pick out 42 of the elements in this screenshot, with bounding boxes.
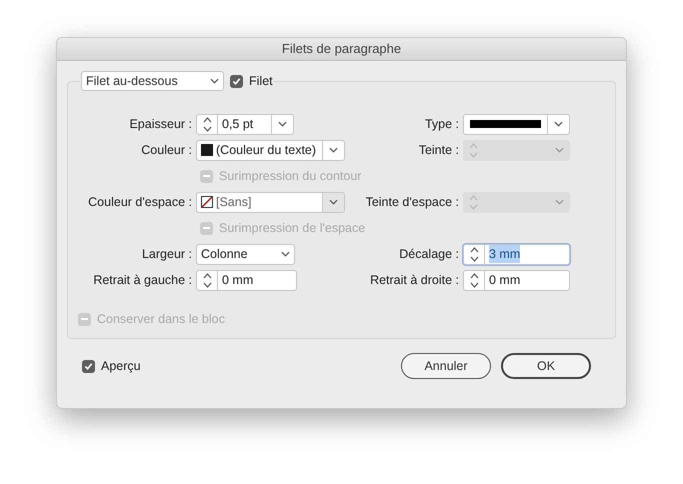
stepper-icon[interactable] xyxy=(202,272,212,288)
field-label: Retrait à droite : xyxy=(369,272,460,289)
checkbox-label: Conserver dans le bloc xyxy=(97,311,225,328)
spin-combo-field[interactable]: 0,5 pt xyxy=(196,114,294,134)
checkbox[interactable] xyxy=(230,74,243,88)
field-label: Décalage : xyxy=(398,246,460,263)
field-label: Teinte d'espace : xyxy=(364,194,460,211)
dialog-button[interactable]: Annuler xyxy=(401,353,491,379)
field-label: Couleur : xyxy=(140,142,193,159)
checkbox-label: Surimpression du contour xyxy=(219,168,362,185)
spin-field[interactable]: 3 mm xyxy=(463,244,570,264)
chevron-icon xyxy=(281,251,290,257)
chevron-icon xyxy=(210,78,219,84)
field-label: Retrait à gauche : xyxy=(92,272,193,289)
dropdown[interactable]: Colonne xyxy=(196,244,295,264)
field-label: Couleur d'espace : xyxy=(87,194,193,211)
dialog-button[interactable]: OK xyxy=(501,353,591,379)
chevron-icon xyxy=(278,121,287,127)
stepper-icon[interactable] xyxy=(470,246,478,262)
spin-field[interactable]: 0 mm xyxy=(196,270,297,290)
chevron-icon xyxy=(329,199,338,205)
stroke-type-dropdown[interactable] xyxy=(463,114,570,134)
window-title: Filets de paragraphe xyxy=(57,38,626,61)
stroke-preview-icon xyxy=(470,120,541,128)
dropdown[interactable]: Filet au-dessous xyxy=(81,71,224,91)
color-dropdown[interactable]: [Sans] xyxy=(196,192,345,212)
field-label: Epaisseur : xyxy=(128,116,193,133)
field-label: Largeur : xyxy=(140,246,193,263)
checkbox[interactable] xyxy=(82,360,95,372)
stepper-icon[interactable] xyxy=(470,272,478,288)
chevron-icon xyxy=(329,147,338,153)
chevron-icon xyxy=(554,121,563,127)
field-label: Teinte : xyxy=(418,142,460,159)
checkbox-label: Filet xyxy=(249,72,273,90)
field-label: Type : xyxy=(424,116,460,133)
checkbox-label: Aperçu xyxy=(101,358,141,375)
stepper-icon[interactable] xyxy=(202,116,212,132)
color-dropdown[interactable]: (Couleur du texte) xyxy=(196,140,345,160)
chevron-icon xyxy=(554,199,564,205)
checkbox-label: Surimpression de l'espace xyxy=(219,220,366,237)
chevron-icon xyxy=(554,147,564,153)
spin-field[interactable]: 0 mm xyxy=(463,270,570,290)
